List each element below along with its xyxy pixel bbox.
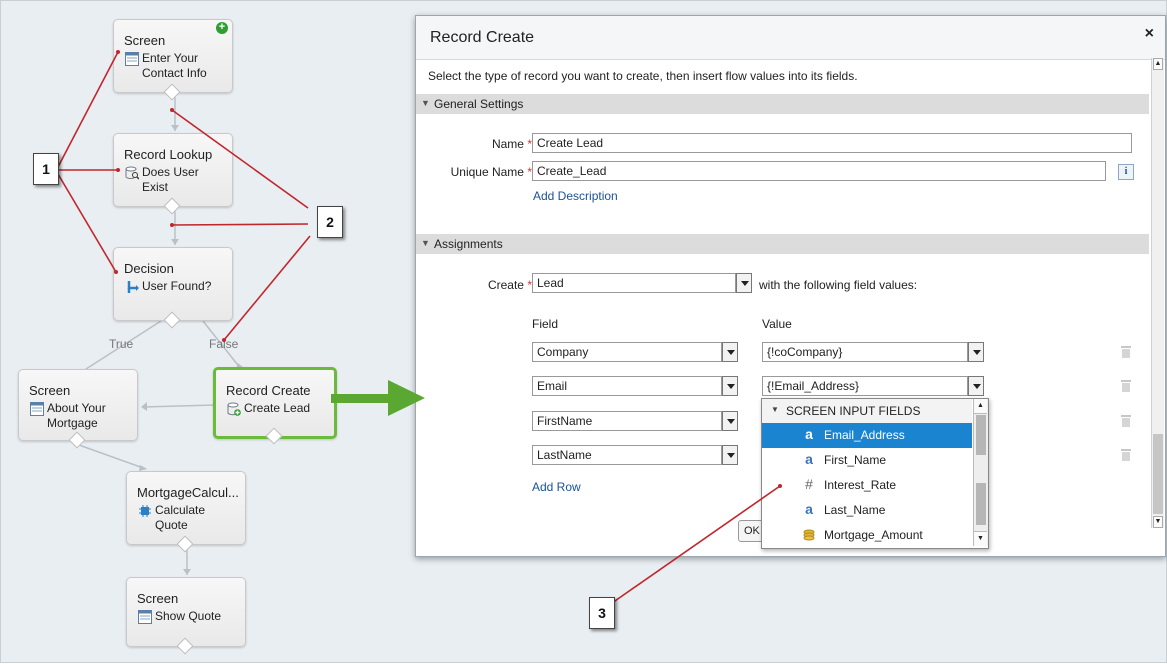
decision-icon (127, 281, 139, 293)
chevron-down-icon[interactable] (722, 445, 738, 465)
name-field[interactable]: Create Lead (532, 133, 1132, 153)
node-type-label: Record Create (226, 383, 311, 398)
section-assignments[interactable]: ▼ Assignments (416, 234, 1149, 254)
option-last-name[interactable]: a Last_Name (762, 498, 972, 523)
collapse-triangle-icon: ▼ (421, 98, 430, 108)
node-record-create[interactable]: Record Create Create Lead (213, 367, 337, 445)
node-type-label: Decision (124, 261, 174, 276)
unique-name-field[interactable]: Create_Lead (532, 161, 1106, 181)
field-select[interactable]: Email (532, 376, 722, 396)
field-select[interactable]: Company (532, 342, 722, 362)
collapse-triangle-icon: ▼ (771, 405, 779, 414)
node-name: Does User Exist (142, 165, 199, 194)
name-label: Name * (491, 137, 532, 151)
field-select[interactable]: LastName (532, 445, 722, 465)
field-select[interactable]: FirstName (532, 411, 722, 431)
screen-icon (125, 52, 139, 66)
dialog-intro-text: Select the type of record you want to cr… (428, 69, 858, 83)
with-field-values-text: with the following field values: (759, 278, 918, 292)
record-lookup-icon (125, 166, 139, 180)
chevron-down-icon[interactable] (722, 376, 738, 396)
scroll-up-icon[interactable]: ▲ (974, 399, 987, 414)
dropdown-group-header[interactable]: ▼ SCREEN INPUT FIELDS (762, 399, 972, 423)
chevron-down-icon[interactable] (968, 342, 984, 362)
scroll-up-icon[interactable]: ▲ (1153, 58, 1163, 70)
option-first-name[interactable]: a First_Name (762, 448, 972, 473)
connector-label-true: True (109, 337, 134, 351)
section-title: General Settings (434, 97, 524, 111)
node-type-label: Screen (29, 383, 71, 398)
option-interest-rate[interactable]: # Interest_Rate (762, 473, 972, 498)
value-input[interactable]: {!Email_Address} (762, 376, 968, 396)
apex-plugin-icon (139, 505, 151, 517)
option-mortgage-amount[interactable]: Mortgage_Amount (762, 523, 972, 548)
dropdown-scrollbar[interactable]: ▲ ▼ (973, 399, 988, 546)
trash-icon[interactable] (1121, 380, 1131, 392)
screen-icon (138, 610, 152, 624)
trash-icon[interactable] (1121, 415, 1131, 427)
screen-icon (30, 402, 44, 416)
text-icon: a (805, 426, 813, 442)
unique-name-label: Unique Name * (450, 165, 532, 179)
value-input[interactable]: {!coCompany} (762, 342, 968, 362)
close-icon[interactable]: × (1145, 25, 1154, 43)
currency-icon (803, 529, 815, 541)
node-name: Create Lead (244, 401, 311, 415)
trash-icon[interactable] (1121, 346, 1131, 358)
callout-2: 2 (317, 206, 343, 238)
node-name: User Found? (142, 279, 212, 293)
node-mortgage-calculator[interactable]: MortgageCalcul... Calculate Quote (126, 471, 246, 553)
screen-input-fields-dropdown[interactable]: ▼ SCREEN INPUT FIELDS a Email_Address a … (761, 398, 989, 549)
scroll-thumb[interactable] (1153, 434, 1163, 514)
number-icon: # (805, 476, 813, 492)
flow-connectors (78, 97, 245, 575)
scroll-thumb[interactable] (976, 415, 986, 455)
node-type-label: Screen (137, 591, 179, 606)
trash-icon[interactable] (1121, 449, 1131, 461)
text-icon: a (805, 501, 813, 517)
node-decision[interactable]: Decision User Found? (113, 247, 233, 329)
text-icon: a (805, 451, 813, 467)
scroll-down-icon[interactable]: ▼ (974, 531, 987, 546)
chevron-down-icon[interactable] (736, 273, 752, 293)
callout-3: 3 (589, 597, 615, 629)
section-title: Assignments (434, 237, 503, 251)
section-general-settings[interactable]: ▼ General Settings (416, 94, 1149, 114)
scroll-thumb[interactable] (976, 483, 986, 525)
node-name: About Your Mortgage (47, 401, 106, 430)
node-name: Calculate Quote (155, 503, 206, 532)
node-type-label: MortgageCalcul... (137, 485, 239, 500)
node-screen-show-quote[interactable]: Screen Show Quote (126, 577, 246, 655)
info-icon[interactable]: i (1118, 164, 1134, 180)
node-name: Show Quote (155, 609, 222, 623)
record-create-icon (227, 402, 241, 416)
add-row-link[interactable]: Add Row (532, 480, 581, 494)
field-column-header: Field (532, 317, 559, 331)
object-select[interactable]: Lead (532, 273, 736, 293)
node-record-lookup[interactable]: Record Lookup Does User Exist (113, 133, 233, 215)
option-email-address[interactable]: a Email_Address (762, 423, 972, 448)
add-description-link[interactable]: Add Description (533, 189, 618, 203)
node-name: Enter Your Contact Info (142, 51, 207, 80)
node-type-label: Screen (124, 33, 166, 48)
scroll-down-icon[interactable]: ▼ (1153, 516, 1163, 528)
add-icon[interactable]: + (216, 22, 228, 34)
chevron-down-icon[interactable] (722, 411, 738, 431)
collapse-triangle-icon: ▼ (421, 238, 430, 248)
node-type-label: Record Lookup (124, 147, 213, 162)
node-screen-about-mortgage[interactable]: Screen About Your Mortgage (18, 369, 138, 449)
node-screen-enter-contact[interactable]: + Screen Enter Your Contact Info (113, 19, 233, 101)
value-column-header: Value (762, 317, 792, 331)
dialog-scrollbar[interactable]: ▲ ▼ (1151, 58, 1164, 528)
dialog-title: Record Create (430, 29, 535, 46)
chevron-down-icon[interactable] (968, 376, 984, 396)
callout-1: 1 (33, 153, 59, 185)
create-label: Create * (487, 278, 532, 292)
chevron-down-icon[interactable] (722, 342, 738, 362)
connector-label-false: False (209, 337, 239, 351)
